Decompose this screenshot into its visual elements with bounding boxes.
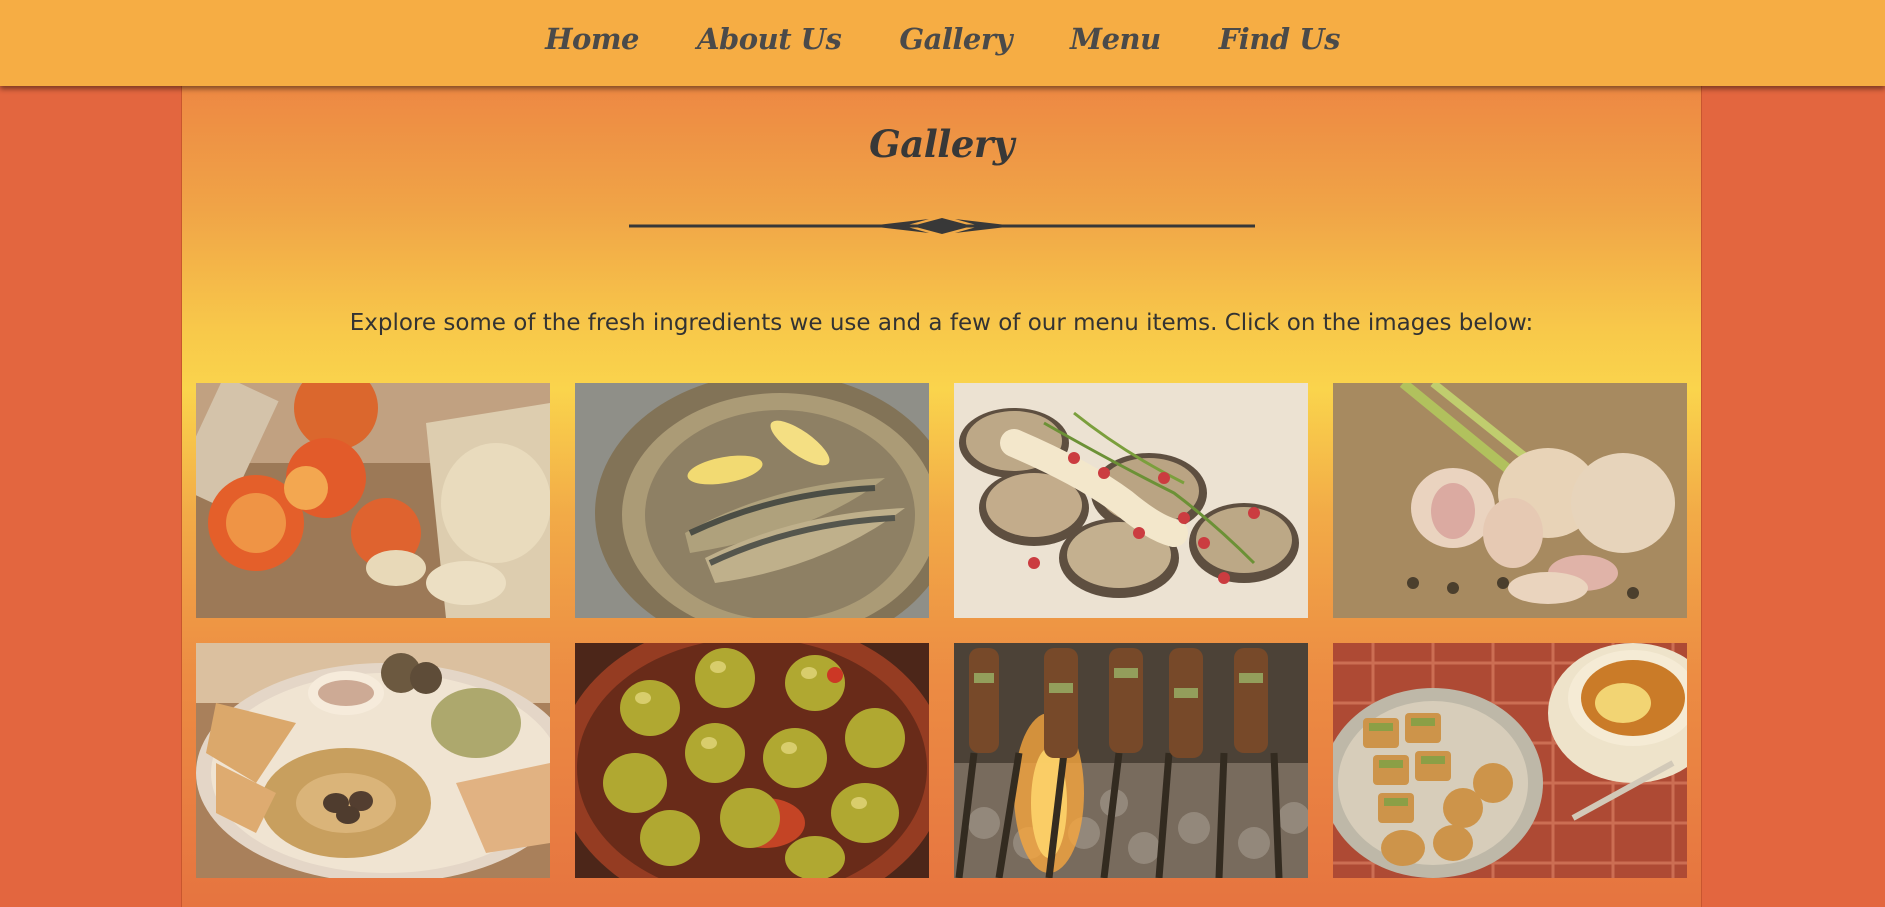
garlic-image xyxy=(1333,383,1687,618)
gallery-intro-text: Explore some of the fresh ingredients we… xyxy=(349,310,1534,336)
nav-gallery-link[interactable]: Gallery xyxy=(899,22,1012,64)
nav-home-link[interactable]: Home xyxy=(545,22,639,64)
gallery-image-olives[interactable] xyxy=(575,643,929,878)
eggplant-image xyxy=(954,383,1308,618)
top-navbar: Home About Us Gallery Menu Find Us xyxy=(0,0,1885,86)
hummus-image xyxy=(196,643,550,878)
tomatoes-image xyxy=(196,383,550,618)
gallery-image-sardines[interactable] xyxy=(575,383,929,618)
gallery-image-eggplant[interactable] xyxy=(954,383,1308,618)
gallery-image-skewers[interactable] xyxy=(954,643,1308,878)
nav-about-us-link[interactable]: About Us xyxy=(697,22,842,64)
sardines-image xyxy=(575,383,929,618)
baklava-image xyxy=(1333,643,1687,878)
ornamental-divider xyxy=(629,218,1255,234)
gallery-image-baklava[interactable] xyxy=(1333,643,1687,878)
olives-image xyxy=(575,643,929,878)
gallery-image-tomatoes[interactable] xyxy=(196,383,550,618)
page-title: Gallery xyxy=(869,122,1014,166)
nav-find-us-link[interactable]: Find Us xyxy=(1219,22,1341,64)
gallery-image-hummus[interactable] xyxy=(196,643,550,878)
gallery-image-garlic[interactable] xyxy=(1333,383,1687,618)
skewers-image xyxy=(954,643,1308,878)
main-content: Gallery Explore some of the fresh ingred… xyxy=(181,86,1702,907)
gallery-grid xyxy=(196,383,1688,878)
nav-menu-link[interactable]: Menu xyxy=(1070,22,1161,64)
